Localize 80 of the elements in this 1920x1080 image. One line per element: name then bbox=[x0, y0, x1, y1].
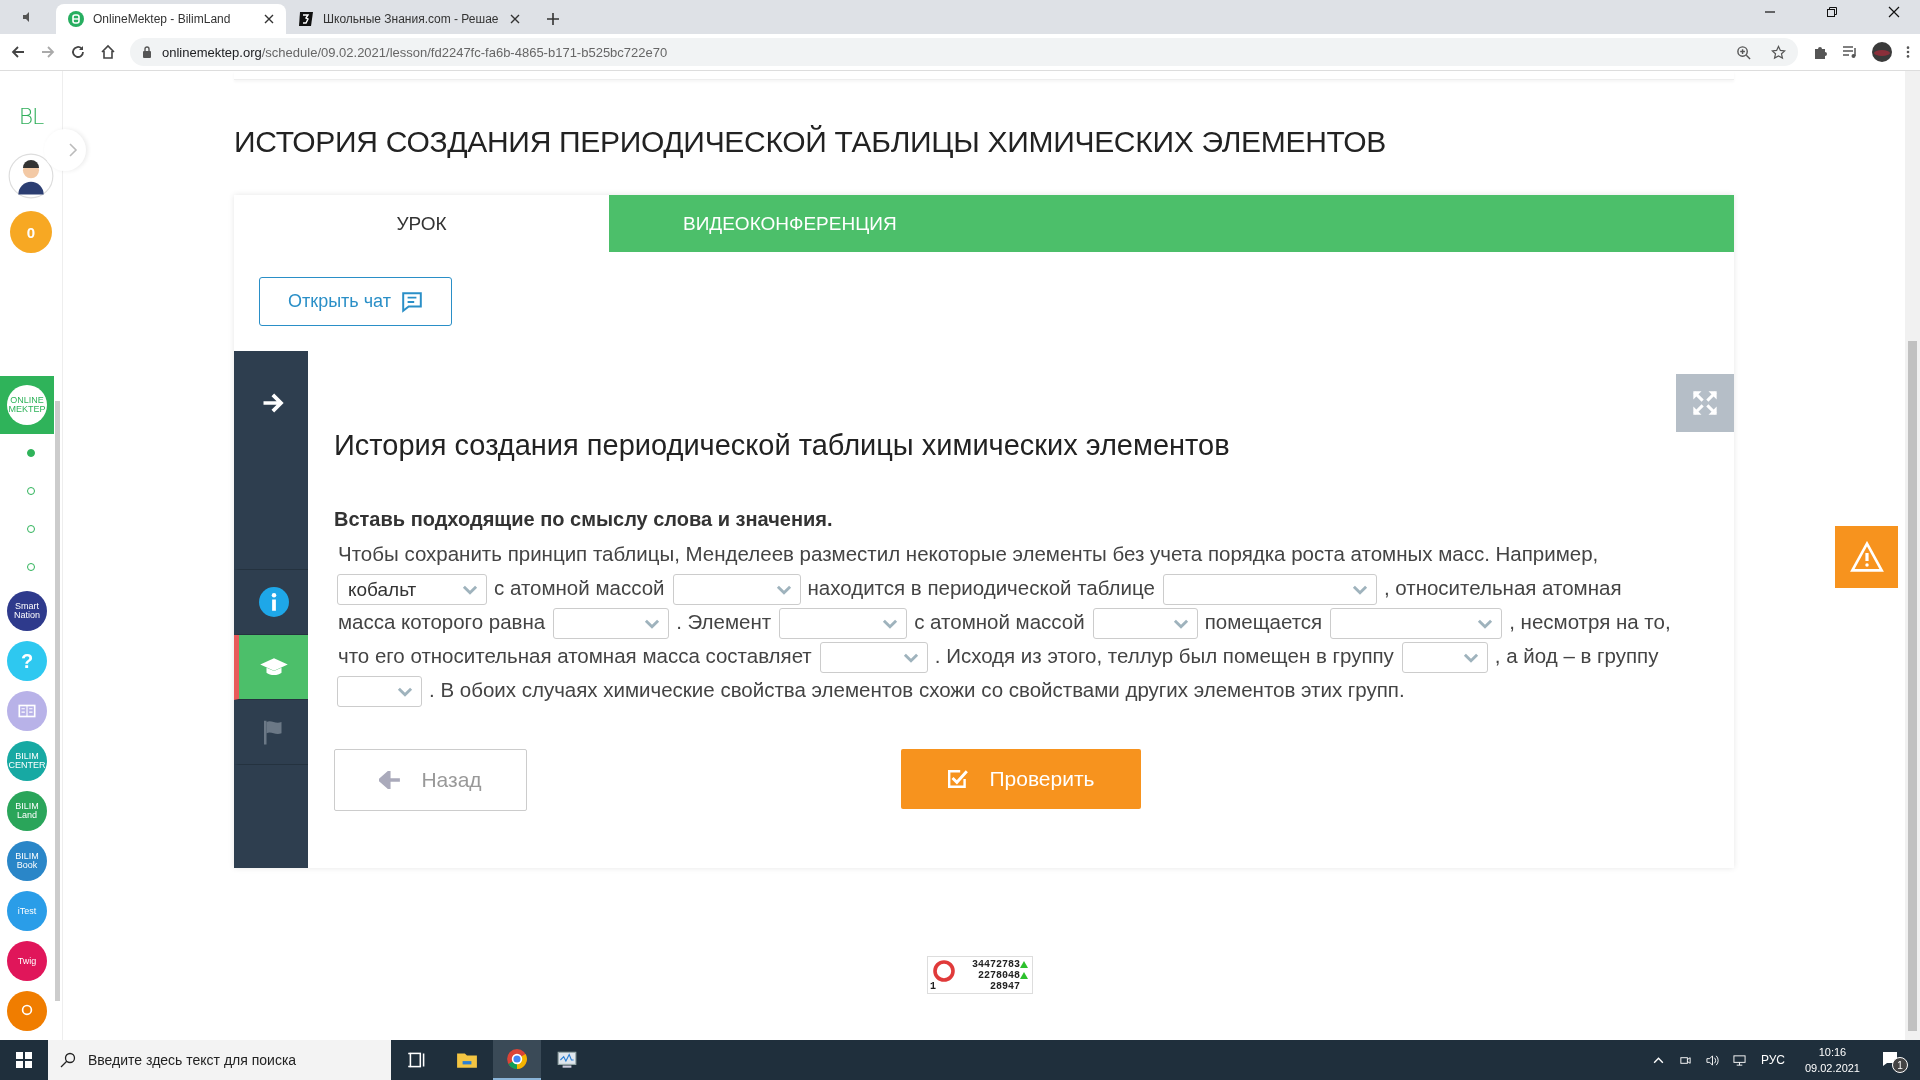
sentence-text: масса которого равна bbox=[338, 609, 546, 636]
user-avatar-icon[interactable] bbox=[8, 153, 54, 199]
taskbar-app[interactable] bbox=[493, 1040, 541, 1080]
close-icon[interactable] bbox=[1888, 6, 1900, 18]
zoom-icon[interactable] bbox=[1736, 44, 1751, 60]
puzzle-icon[interactable] bbox=[1812, 44, 1828, 60]
avatar-icon[interactable] bbox=[1872, 42, 1892, 62]
chevron-down-icon bbox=[462, 584, 478, 595]
chevron-right-icon bbox=[68, 142, 78, 158]
points-badge: 0 bbox=[10, 211, 52, 253]
close-icon[interactable] bbox=[264, 14, 274, 24]
new-tab-icon[interactable] bbox=[546, 12, 560, 26]
language-indicator[interactable]: РУС bbox=[1760, 1053, 1785, 1067]
ring-icon bbox=[932, 959, 956, 983]
sentence-text: с атомной массой bbox=[914, 609, 1085, 636]
chevron-down-icon bbox=[644, 618, 661, 629]
sentence-text: . Исходя из этого, теллур был помещен в группу bbox=[934, 643, 1394, 670]
sentence-text: с атомной массой bbox=[494, 575, 665, 601]
browser-tab[interactable]: OnlineMektep - BilimLand bbox=[56, 4, 286, 34]
info-icon bbox=[258, 587, 289, 617]
warning-icon bbox=[1849, 541, 1884, 573]
chevron-down-icon bbox=[397, 686, 413, 697]
back-icon[interactable] bbox=[10, 44, 26, 60]
sentence-text: , несмотря на то, bbox=[1509, 609, 1671, 636]
restore-icon[interactable] bbox=[1826, 6, 1838, 18]
star-icon[interactable] bbox=[1771, 44, 1786, 60]
chevron-down-icon bbox=[775, 584, 792, 595]
playlist-icon[interactable] bbox=[1842, 44, 1858, 60]
browser-icon bbox=[506, 1048, 528, 1070]
app-icon[interactable]: Smart Nation bbox=[7, 591, 47, 631]
sentence-text: что его относительная атомная масса составляет bbox=[338, 643, 812, 670]
chat-icon bbox=[400, 290, 423, 313]
sentence-text: находится в периодической таблице bbox=[807, 575, 1155, 601]
panel-tab[interactable] bbox=[234, 635, 308, 700]
open-chat-button[interactable]: Открыть чат bbox=[259, 277, 452, 326]
lock-icon bbox=[142, 46, 152, 58]
taskbar-search-field[interactable]: Введите здесь текст для поиска bbox=[48, 1040, 391, 1080]
sentence-text: помещается bbox=[1204, 609, 1323, 636]
clock-time[interactable]: 10:16 bbox=[1818, 1044, 1847, 1060]
clock-date[interactable]: 09.02.2021 bbox=[1804, 1060, 1860, 1076]
expand-icon bbox=[1691, 389, 1719, 417]
home-icon[interactable] bbox=[100, 44, 116, 60]
scrollbar-thumb[interactable] bbox=[1908, 341, 1917, 1031]
chevron-down-icon bbox=[902, 652, 919, 663]
sentence-text: . В обоих случаях химические свойства элементов схожи со свойствами других элементов этих групп. bbox=[429, 677, 1405, 704]
checkbox-icon bbox=[947, 768, 970, 791]
monitor-icon bbox=[556, 1049, 578, 1071]
chevron-down-icon bbox=[1477, 618, 1494, 629]
reload-icon[interactable] bbox=[70, 44, 86, 60]
chevron-down-icon bbox=[882, 618, 899, 629]
chevron-down-icon bbox=[1351, 584, 1368, 595]
visit-counter[interactable]: 34472783 2278048 1 28947 bbox=[927, 956, 1033, 994]
dropdown[interactable]: кобальт bbox=[337, 574, 487, 606]
b-logo-icon bbox=[68, 11, 84, 27]
sentence-text: , а йод – в группу bbox=[1494, 643, 1659, 670]
lesson-heading: История создания периодической таблицы химических элементов bbox=[334, 429, 1231, 462]
close-icon[interactable] bbox=[510, 14, 520, 24]
address-field[interactable]: onlinemektep.org/schedule/09.02.2021/lesson/fd2247fc-fa6b-4865-b171-b525bc722e70 bbox=[130, 38, 1798, 66]
app-icon[interactable]: Twig bbox=[7, 941, 47, 981]
notification-count: 1 bbox=[1892, 1057, 1908, 1073]
page-title: ИСТОРИЯ СОЗДАНИЯ ПЕРИОДИЧЕСКОЙ ТАБЛИЦЫ ХИМИЧЕСКИХ ЭЛЕМЕНТОВ bbox=[234, 125, 1387, 159]
instruction-text: Вставь подходящие по смыслу слова и значения. bbox=[334, 508, 834, 531]
step-dot[interactable] bbox=[27, 449, 35, 457]
sentence-text: , относительная атомная bbox=[1383, 575, 1622, 601]
menu-icon[interactable] bbox=[1906, 45, 1910, 59]
chevron-down-icon bbox=[1462, 652, 1479, 663]
sentence-text: Чтобы сохранить принцип таблицы, Менделеев разместил некоторые элементы без учета порядка роста атомных масс. Например, bbox=[338, 541, 1599, 567]
app-icon[interactable]: BILIM Book bbox=[7, 841, 47, 881]
browser-tab[interactable]: Школьные Знания.com - Решае bbox=[286, 4, 532, 34]
url-text[interactable]: onlinemektep.org/schedule/09.02.2021/lesson/fd2247fc-fa6b-4865-b171-b525bc722e70 bbox=[162, 44, 668, 60]
arrow-left-icon bbox=[379, 771, 402, 790]
app-icon[interactable] bbox=[7, 991, 47, 1031]
network-icon[interactable] bbox=[1732, 1053, 1746, 1067]
speaker-icon[interactable] bbox=[1705, 1053, 1719, 1067]
z-logo-icon bbox=[298, 11, 314, 27]
sentence-text: . Элемент bbox=[676, 609, 772, 636]
search-icon bbox=[60, 1052, 76, 1068]
chevron-down-icon bbox=[1172, 618, 1189, 629]
windows-start-icon[interactable] bbox=[16, 1052, 32, 1068]
lesson-tab[interactable]: УРОК bbox=[234, 195, 609, 252]
